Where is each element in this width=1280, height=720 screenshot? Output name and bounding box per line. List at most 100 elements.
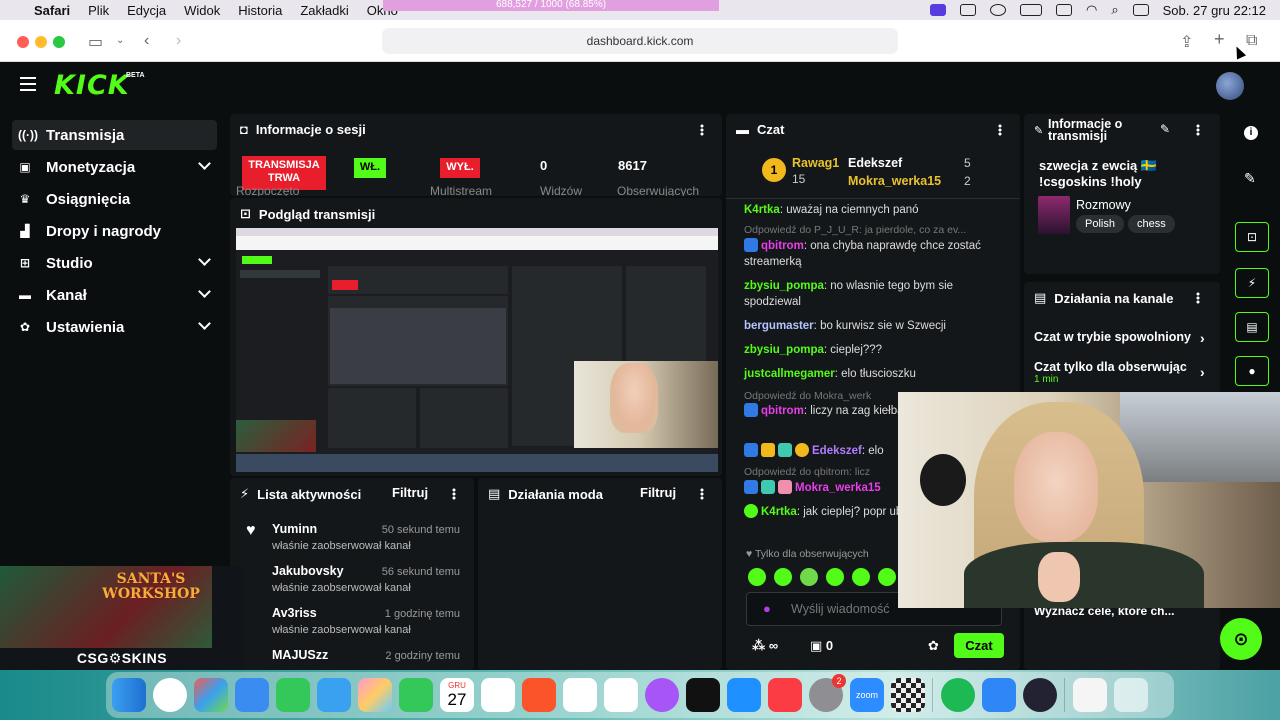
share-icon[interactable]: ⇪: [1180, 32, 1193, 52]
edit-icon[interactable]: ✎: [1244, 170, 1256, 187]
sidebar-item-transmisja[interactable]: ((·)) Transmisja: [12, 120, 217, 150]
gear-icon[interactable]: ✿: [928, 638, 939, 654]
menu-widok[interactable]: Widok: [184, 3, 220, 18]
chat-user[interactable]: zbysiu_pompa: [744, 280, 824, 292]
play-icon[interactable]: [990, 4, 1007, 16]
leader-name[interactable]: Mokra_werka15: [848, 174, 941, 188]
sidebar-item-ustawienia[interactable]: ✿ Ustawienia: [12, 312, 217, 342]
chess-icon[interactable]: [891, 678, 925, 712]
menu-edycja[interactable]: Edycja: [127, 3, 166, 18]
emote-icon[interactable]: [878, 568, 896, 586]
back-icon[interactable]: ‹: [144, 32, 149, 50]
tag-pill[interactable]: chess: [1128, 215, 1175, 233]
freeform-icon[interactable]: [604, 678, 638, 712]
control-center-icon[interactable]: [1132, 4, 1149, 16]
keyboard-icon[interactable]: [1056, 4, 1073, 16]
more-icon[interactable]: [700, 488, 704, 500]
address-bar[interactable]: dashboard.kick.com: [382, 28, 898, 54]
filter-button[interactable]: Filtruj: [392, 485, 428, 500]
photos-icon[interactable]: [358, 678, 392, 712]
music-icon[interactable]: [768, 678, 802, 712]
messages-icon[interactable]: [276, 678, 310, 712]
sidebar-item-kanal[interactable]: ▬ Kanał: [12, 280, 217, 310]
more-icon[interactable]: [452, 488, 456, 500]
icloud-icon[interactable]: [982, 678, 1016, 712]
sidebar-item-dropy[interactable]: ▟ Dropy i nagrody: [12, 216, 217, 246]
list-item[interactable]: Av3riss 1 godzinę temu właśnie zaobserwo…: [238, 604, 460, 646]
chat-user[interactable]: bergumaster: [744, 320, 814, 332]
emote-icon[interactable]: [774, 568, 792, 586]
calendar-icon[interactable]: GRU 27: [440, 678, 474, 712]
chat-user[interactable]: justcallmegamer: [744, 368, 835, 380]
chat-user[interactable]: Mokra_werka15: [795, 482, 881, 494]
chat-user[interactable]: K4rtka: [761, 506, 797, 518]
category-name[interactable]: Rozmowy: [1076, 198, 1131, 212]
info-icon[interactable]: i: [1244, 126, 1258, 140]
safari-icon[interactable]: [153, 678, 187, 712]
support-button[interactable]: ⊙: [1220, 618, 1262, 660]
emote-icon[interactable]: [826, 568, 844, 586]
action-slow-mode[interactable]: Czat w trybie spowolniony: [1034, 330, 1214, 344]
more-icon[interactable]: [998, 124, 1002, 136]
close-window-button[interactable]: [17, 36, 29, 48]
sidebar-item-studio[interactable]: ⊞ Studio: [12, 248, 217, 278]
notes-icon[interactable]: [563, 678, 597, 712]
emote-icon[interactable]: [800, 568, 818, 586]
new-tab-icon[interactable]: +: [1214, 29, 1225, 50]
forward-icon[interactable]: ›: [176, 32, 181, 50]
menu-app-safari[interactable]: Safari: [34, 3, 70, 18]
edit-icon[interactable]: ✎: [1160, 122, 1170, 136]
reminders-icon[interactable]: [481, 678, 515, 712]
chat-user[interactable]: Edekszef: [812, 445, 862, 457]
camera-icon[interactable]: [960, 4, 977, 16]
screen-record-icon[interactable]: [930, 4, 947, 16]
tab-overview-icon[interactable]: ⧉: [1246, 32, 1257, 50]
category-thumbnail[interactable]: [1038, 196, 1070, 234]
launchpad-icon[interactable]: [194, 678, 228, 712]
podcasts-icon[interactable]: [645, 678, 679, 712]
spotify-icon[interactable]: [941, 678, 975, 712]
menu-historia[interactable]: Historia: [238, 3, 282, 18]
list-item[interactable]: MAJUSzz 2 godziny temu: [238, 646, 460, 670]
chat-user[interactable]: qbitrom: [761, 405, 804, 417]
scan-icon[interactable]: ⊡: [1235, 222, 1269, 252]
filter-button[interactable]: Filtruj: [640, 485, 676, 500]
more-icon[interactable]: [1196, 124, 1200, 136]
battery-icon[interactable]: [1020, 4, 1043, 16]
leader-name[interactable]: Edekszef: [848, 156, 902, 170]
points-icon[interactable]: ▣ 0: [810, 638, 833, 654]
lightning-icon[interactable]: ⚡: [1235, 268, 1269, 298]
leader-name[interactable]: Rawag1: [792, 156, 839, 170]
apple-tv-icon[interactable]: [686, 678, 720, 712]
settings-icon[interactable]: 2: [809, 674, 846, 712]
menu-plik[interactable]: Plik: [88, 3, 109, 18]
kick-logo[interactable]: KICK: [54, 70, 130, 101]
clock[interactable]: Sob. 27 gru 22:12: [1163, 3, 1266, 18]
action-followers-only[interactable]: Czat tylko dla obserwując: [1034, 360, 1200, 374]
app-store-icon[interactable]: [727, 678, 761, 712]
chat-bubble-icon[interactable]: ●: [1235, 356, 1269, 386]
minimize-window-button[interactable]: [35, 36, 47, 48]
list-item[interactable]: Jakubovsky 56 sekund temu właśnie zaobse…: [238, 562, 460, 604]
more-icon[interactable]: [1196, 292, 1200, 304]
trash-icon[interactable]: [1114, 678, 1148, 712]
menu-zakladki[interactable]: Zakładki: [300, 3, 348, 18]
stream-preview[interactable]: [236, 228, 718, 472]
viewers-icon[interactable]: ⁂ ∞: [752, 638, 778, 654]
maps-icon[interactable]: [317, 678, 351, 712]
sidebar-toggle-icon[interactable]: ▭: [88, 32, 103, 52]
tag-pill[interactable]: Polish: [1076, 215, 1124, 233]
chevron-down-icon[interactable]: ⌄: [116, 35, 124, 46]
wifi-icon[interactable]: ◠: [1086, 2, 1097, 18]
microphone-icon[interactable]: ●: [763, 601, 771, 616]
send-chat-button[interactable]: Czat: [954, 633, 1004, 658]
brave-icon[interactable]: [522, 678, 556, 712]
zoom-window-button[interactable]: [53, 36, 65, 48]
sidebar-item-monetyzacja[interactable]: ▣ Monetyzacja: [12, 152, 217, 182]
menu-icon[interactable]: [20, 77, 36, 91]
chat-user[interactable]: K4rtka: [744, 204, 780, 216]
document-icon[interactable]: [1073, 678, 1107, 712]
facetime-icon[interactable]: [399, 678, 433, 712]
zoom-icon[interactable]: zoom: [850, 678, 884, 712]
spotlight-icon[interactable]: ⌕: [1111, 2, 1118, 18]
